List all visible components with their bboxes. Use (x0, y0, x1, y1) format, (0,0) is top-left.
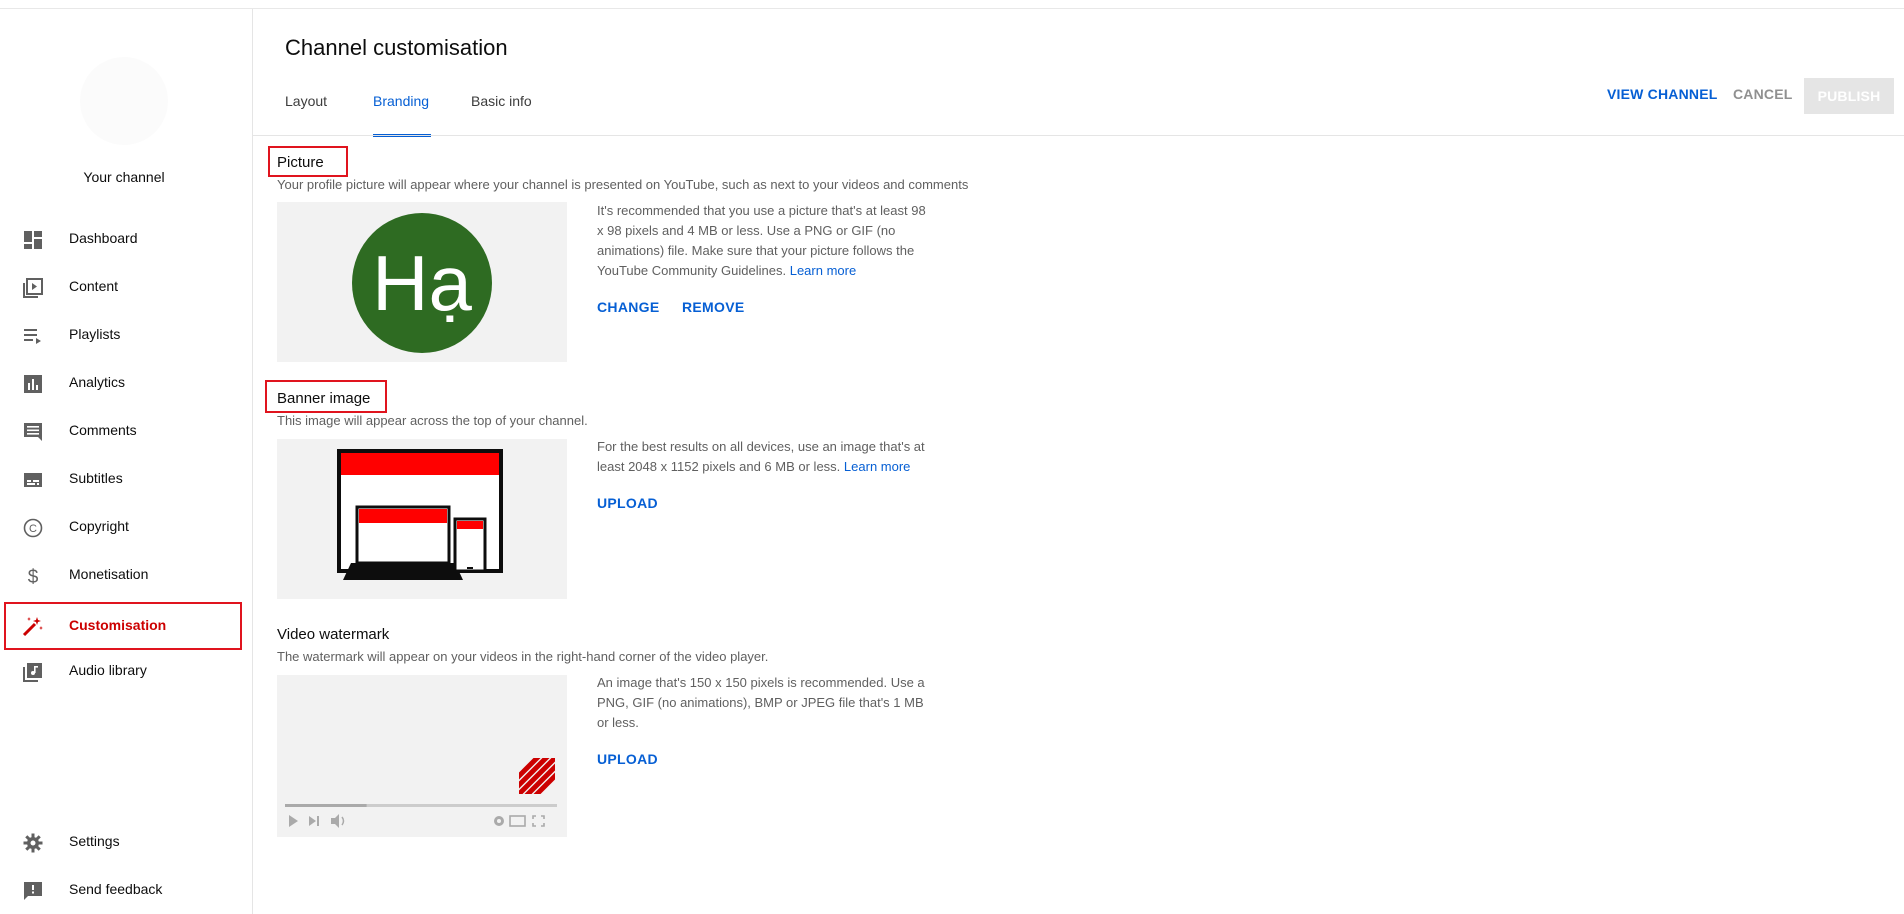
watermark-title: Video watermark (277, 626, 390, 643)
banner-title: Banner image (277, 390, 371, 407)
watermark-stripes (519, 758, 555, 794)
next-icon (309, 816, 319, 826)
magic-wand-icon (22, 615, 44, 637)
tab-basic-info[interactable]: Basic info (471, 93, 532, 109)
sidebar-item-content[interactable]: Content (4, 264, 242, 310)
sidebar-item-settings[interactable]: Settings (4, 819, 242, 865)
gear-icon (22, 832, 44, 854)
cancel-button[interactable]: CANCEL (1733, 86, 1793, 102)
player-progress-fill (285, 804, 367, 807)
remove-picture-button[interactable]: REMOVE (682, 299, 744, 315)
sidebar-item-subtitles[interactable]: Subtitles (4, 456, 242, 502)
sidebar-item-label: Playlists (69, 326, 121, 342)
tab-branding[interactable]: Branding (373, 93, 429, 109)
sidebar-item-audio-library[interactable]: Audio library (4, 648, 242, 694)
change-picture-button[interactable]: CHANGE (597, 299, 659, 315)
header-divider (253, 135, 1904, 136)
watermark-description: The watermark will appear on your videos… (277, 649, 769, 664)
theater-mode-icon (509, 815, 526, 827)
picture-title: Picture (277, 154, 324, 171)
sidebar-item-label: Audio library (69, 662, 147, 678)
sidebar-item-send-feedback[interactable]: Send feedback (4, 867, 242, 913)
banner-info: For the best results on all devices, use… (597, 437, 927, 477)
play-icon (289, 815, 298, 827)
picture-description: Your profile picture will appear where y… (277, 177, 969, 192)
sidebar-item-label: Subtitles (69, 470, 123, 486)
picture-info-text: It's recommended that you use a picture … (597, 203, 926, 278)
sidebar-item-copyright[interactable]: C Copyright (4, 504, 242, 550)
dollar-icon: $ (22, 565, 44, 587)
settings-icon (494, 816, 504, 826)
profile-picture-preview: Hạ (277, 202, 567, 362)
picture-info: It's recommended that you use a picture … (597, 201, 927, 281)
sidebar-item-dashboard[interactable]: Dashboard (4, 216, 242, 262)
sidebar-item-label: Analytics (69, 374, 126, 390)
analytics-icon (22, 373, 44, 395)
sidebar-item-monetisation[interactable]: $ Monetisation (4, 552, 242, 598)
watermark-preview (277, 675, 567, 837)
svg-text:$: $ (28, 567, 39, 586)
sidebar-item-customisation[interactable]: Customisation (4, 602, 242, 650)
channel-avatar[interactable] (80, 57, 168, 145)
sidebar-item-label: Customisation (69, 617, 167, 633)
audio-library-icon (22, 661, 44, 683)
upload-banner-button[interactable]: UPLOAD (597, 495, 658, 511)
sidebar-item-label: Copyright (69, 518, 129, 534)
comments-icon (22, 421, 44, 443)
profile-avatar: Hạ (352, 213, 492, 353)
publish-button[interactable]: PUBLISH (1804, 78, 1894, 114)
sidebar-item-analytics[interactable]: Analytics (4, 360, 242, 406)
sidebar: Your channel Dashboard Content Playlists… (0, 9, 253, 914)
sidebar-item-playlists[interactable]: Playlists (4, 312, 242, 358)
fullscreen-icon (532, 815, 545, 827)
playlists-icon (22, 325, 44, 347)
watermark-info: An image that's 150 x 150 pixels is reco… (597, 675, 925, 730)
subtitles-icon (22, 469, 44, 491)
sidebar-item-label: Content (69, 278, 119, 294)
sidebar-item-comments[interactable]: Comments (4, 408, 242, 454)
volume-icon (331, 814, 345, 828)
sidebar-item-label: Send feedback (69, 881, 163, 897)
banner-learn-more-link[interactable]: Learn more (844, 459, 910, 474)
sidebar-item-label: Dashboard (69, 230, 138, 246)
devices-illustration (337, 449, 503, 580)
top-bar (0, 0, 1904, 9)
banner-description: This image will appear across the top of… (277, 413, 588, 428)
sidebar-item-label: Comments (69, 422, 137, 438)
view-channel-button[interactable]: VIEW CHANNEL (1607, 86, 1718, 102)
page-title: Channel customisation (285, 35, 508, 60)
feedback-icon (22, 880, 44, 902)
upload-watermark-button[interactable]: UPLOAD (597, 751, 658, 767)
svg-text:C: C (29, 523, 37, 535)
sidebar-item-label: Settings (69, 833, 120, 849)
content-icon (22, 277, 44, 299)
banner-preview (277, 439, 567, 599)
tab-layout[interactable]: Layout (285, 93, 327, 109)
sidebar-item-label: Monetisation (69, 566, 149, 582)
picture-learn-more-link[interactable]: Learn more (790, 263, 856, 278)
copyright-icon: C (22, 517, 44, 539)
video-player-illustration (285, 758, 557, 828)
dashboard-icon (22, 229, 44, 251)
your-channel-label[interactable]: Your channel (0, 169, 248, 185)
